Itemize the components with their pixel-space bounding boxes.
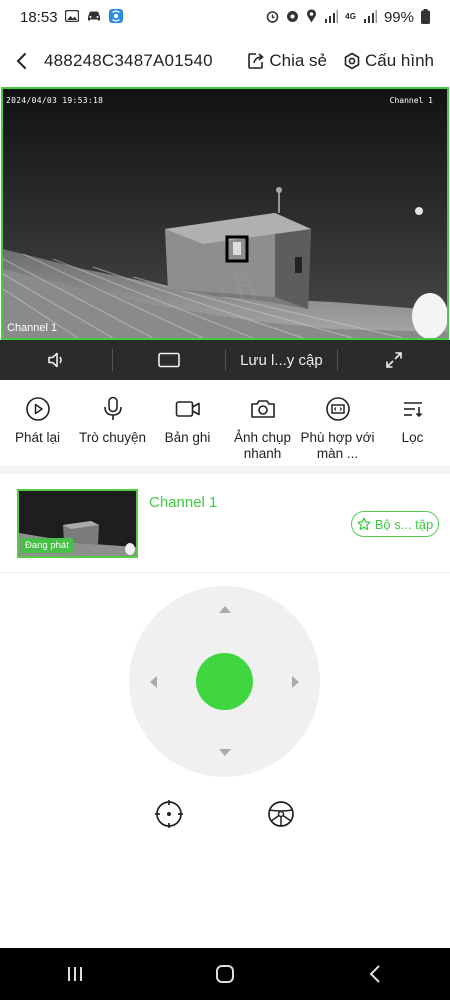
ptz-up-button[interactable] <box>213 597 237 621</box>
section-divider <box>0 466 450 474</box>
app-bar: 488248C3487A01540 Chia sẻ Cấu hình <box>0 40 450 82</box>
fullscreen-button[interactable] <box>338 340 450 380</box>
channel-list-item[interactable]: Đang phát Channel 1 Bộ s... tập <box>0 474 450 572</box>
fit-screen-button[interactable]: Phù hợp với màn ... <box>300 395 375 465</box>
camera-feed-image <box>3 89 447 338</box>
video-channel-osd: Channel 1 <box>389 96 433 105</box>
video-channel-label: Channel 1 <box>7 322 58 334</box>
aspect-ratio-icon <box>157 352 180 368</box>
live-video-view[interactable]: 2024/04/03 19:53:18 Channel 1 Channel 1 <box>1 87 449 340</box>
feature-toolbar: Phát lại Trò chuyện Bản ghi Ảnh chụp nha… <box>0 395 450 465</box>
camera-icon <box>250 400 275 418</box>
channel-name: Channel 1 <box>149 494 218 511</box>
talk-button[interactable]: Trò chuyện <box>75 395 150 465</box>
system-back-button[interactable] <box>345 948 405 1000</box>
battery-percent: 99% <box>383 8 414 26</box>
cruise-button[interactable] <box>265 798 297 830</box>
playback-icon <box>25 397 50 421</box>
settings-icon <box>344 52 360 70</box>
record-label: Bản ghi <box>164 430 211 445</box>
share-label: Chia sẻ <box>269 51 327 70</box>
aspect-ratio-button[interactable] <box>113 340 225 380</box>
save-access-button[interactable]: Lưu l...y cập <box>226 340 338 380</box>
status-bar: 18:53 4G 99% <box>0 0 450 34</box>
alarm-icon <box>266 10 279 25</box>
config-label: Cấu hình <box>365 51 434 70</box>
filter-label: Lọc <box>401 430 424 445</box>
location-icon <box>306 9 317 25</box>
snapshot-button[interactable]: Ảnh chụp nhanh <box>225 395 300 465</box>
playback-label: Phát lại <box>14 430 61 445</box>
system-back-icon <box>369 965 380 983</box>
ptz-center-knob[interactable] <box>196 653 253 710</box>
playing-badge: Đang phát <box>21 538 73 553</box>
filter-button[interactable]: Lọc <box>375 395 450 465</box>
speaker-icon <box>48 352 62 368</box>
share-button[interactable]: Chia sẻ <box>247 51 327 71</box>
favorite-label: Bộ s... tập <box>374 516 434 532</box>
system-navigation-bar <box>0 948 450 1000</box>
share-icon <box>248 53 265 69</box>
ptz-tools <box>0 798 450 834</box>
home-icon <box>216 965 234 983</box>
ptz-left-button[interactable] <box>141 670 165 694</box>
signal-icon-2 <box>363 9 377 25</box>
channel-divider <box>0 572 450 573</box>
status-time: 18:53 <box>20 8 58 26</box>
microphone-icon <box>103 396 122 420</box>
fit-screen-label: Phù hợp với màn ... <box>300 430 375 461</box>
preset-position-button[interactable] <box>153 798 185 830</box>
steering-wheel-icon <box>268 801 294 827</box>
car-notification-icon <box>86 10 102 24</box>
device-title: 488248C3487A01540 <box>44 51 213 70</box>
arrow-down-icon <box>219 749 231 756</box>
ptz-joystick[interactable] <box>129 586 320 777</box>
snapshot-label: Ảnh chụp nhanh <box>233 430 292 461</box>
talk-label: Trò chuyện <box>78 430 147 445</box>
ptz-right-button[interactable] <box>284 670 308 694</box>
battery-icon <box>421 8 430 26</box>
image-notification-icon <box>64 9 79 24</box>
back-button[interactable] <box>2 40 40 82</box>
favorite-button[interactable]: Bộ s... tập <box>351 511 439 537</box>
sound-button[interactable] <box>0 340 112 380</box>
video-control-bar: Lưu l...y cập <box>0 340 450 380</box>
config-button[interactable]: Cấu hình <box>343 51 434 71</box>
app-notification-icon <box>108 9 123 25</box>
recent-apps-button[interactable] <box>45 948 105 1000</box>
video-record-icon <box>175 401 200 417</box>
arrow-up-icon <box>219 606 231 613</box>
star-icon <box>357 517 371 531</box>
fullscreen-icon <box>386 352 402 368</box>
filter-icon <box>403 402 422 418</box>
ptz-down-button[interactable] <box>213 741 237 765</box>
back-arrow-icon <box>16 53 26 69</box>
fit-screen-icon <box>325 397 350 421</box>
video-timestamp: 2024/04/03 19:53:18 <box>6 96 104 105</box>
arrow-right-icon <box>292 676 299 688</box>
home-button[interactable] <box>195 948 255 1000</box>
playback-button[interactable]: Phát lại <box>0 395 75 465</box>
channel-thumbnail[interactable]: Đang phát <box>17 489 138 558</box>
crosshair-icon <box>155 800 183 828</box>
wifi-call-icon <box>286 10 299 25</box>
signal-icon <box>324 9 339 25</box>
record-button[interactable]: Bản ghi <box>150 395 225 465</box>
recent-apps-icon <box>68 967 82 981</box>
arrow-left-icon <box>150 676 157 688</box>
network-type-icon: 4G <box>345 12 356 21</box>
